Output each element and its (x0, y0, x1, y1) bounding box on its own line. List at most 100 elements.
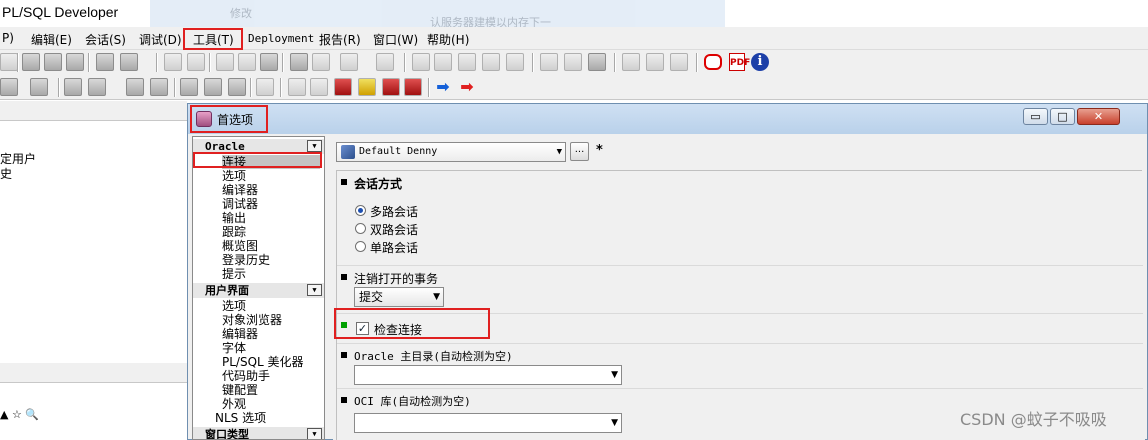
tool-d-icon[interactable] (358, 78, 376, 96)
tree-item-overview[interactable]: 概览图 (222, 239, 258, 253)
save-all-icon[interactable] (44, 53, 62, 71)
menu-item-reports[interactable]: 报告(R) (319, 31, 361, 48)
logoff-transaction-select[interactable]: 提交 ▼ (354, 287, 444, 307)
tool-a-icon[interactable] (288, 78, 306, 96)
collapse-icon[interactable]: ▼ (307, 284, 322, 296)
uncomment-icon[interactable] (434, 53, 452, 71)
menu-item-help[interactable]: 帮助(H) (427, 31, 469, 48)
tool-c-icon[interactable] (334, 78, 352, 96)
dialog-titlebar[interactable]: 首选项 ▭ □ ✕ (188, 104, 1147, 134)
query-builder-icon[interactable] (564, 53, 582, 71)
check-connection-checkbox[interactable]: ✓ (356, 322, 369, 335)
collapse-icon[interactable]: ▼ (307, 428, 322, 439)
oracle-logo-icon[interactable] (704, 54, 722, 70)
oci-library-select[interactable]: ▼ (354, 413, 622, 433)
oracle-home-select[interactable]: ▼ (354, 365, 622, 385)
sql-icon[interactable] (88, 78, 106, 96)
preset-dropdown[interactable]: Default Denny ▼ (336, 142, 566, 162)
preset-more-button[interactable]: ... (570, 142, 589, 161)
minimize-button[interactable]: ▭ (1023, 108, 1048, 125)
close-button[interactable]: ✕ (1077, 108, 1120, 125)
info-icon[interactable]: i (751, 53, 769, 71)
tree-section-user-interface[interactable]: 用户界面 ▼ (193, 283, 324, 298)
tree-item-trace[interactable]: 跟踪 (222, 225, 246, 239)
copy-icon[interactable] (238, 53, 256, 71)
cut-icon[interactable] (216, 53, 234, 71)
radio-button[interactable] (355, 241, 366, 252)
tree-item-editor[interactable]: 编辑器 (222, 327, 258, 341)
panel-bottom-icons[interactable]: ▲ ☆ 🔍 (0, 408, 39, 421)
database-icon[interactable] (64, 78, 82, 96)
tree-item-fonts[interactable]: 字体 (222, 341, 246, 355)
tree-section-oracle[interactable]: Oracle ▼ (193, 139, 324, 154)
window-list-icon[interactable] (622, 53, 640, 71)
collapse-icon[interactable]: ▼ (307, 140, 322, 152)
menu-item-deployment[interactable]: Deployment (248, 32, 314, 45)
tool-e-icon[interactable] (382, 78, 400, 96)
tools-icon[interactable] (204, 78, 222, 96)
undo-icon[interactable] (164, 53, 182, 71)
redo-icon[interactable] (187, 53, 205, 71)
settings-pane: Default Denny ▼ ... * 会话方式 多路会话 双路会话 单路会… (333, 136, 1145, 440)
session-commit-icon[interactable] (30, 78, 48, 96)
tree-item-output[interactable]: 输出 (222, 211, 246, 225)
tree-item-appearance[interactable]: 外观 (222, 397, 246, 411)
uppercase-icon[interactable] (458, 53, 476, 71)
tree-item-logon-history[interactable]: 登录历史 (222, 253, 270, 267)
report-icon[interactable] (588, 53, 606, 71)
save-icon[interactable] (22, 53, 40, 71)
tree-section-label: 用户界面 (205, 284, 249, 297)
tree-item-compiler[interactable]: 编译器 (222, 183, 258, 197)
break-icon[interactable] (150, 78, 168, 96)
tree-item-code-assistant[interactable]: 代码助手 (222, 369, 270, 383)
execute-icon[interactable] (126, 78, 144, 96)
replace-icon[interactable] (312, 53, 330, 71)
session-icon[interactable] (0, 78, 18, 96)
menu-item-file[interactable]: P) (2, 31, 14, 45)
find-icon[interactable] (290, 53, 308, 71)
tree-item-nls-options[interactable]: NLS 选项 (215, 411, 266, 425)
cascade-windows-icon[interactable] (670, 53, 688, 71)
unindent-icon[interactable] (376, 53, 394, 71)
paste-icon[interactable] (260, 53, 278, 71)
copy-window-icon[interactable] (66, 53, 84, 71)
tree-item-connection[interactable]: 连接 (222, 155, 320, 169)
arrow-right-blue-icon[interactable]: ➡ (434, 79, 452, 95)
tree-item-object-browser[interactable]: 对象浏览器 (222, 313, 282, 327)
radio-button[interactable] (355, 223, 366, 234)
tree-item-plsql-beautifier[interactable]: PL/SQL 美化器 (222, 355, 304, 369)
print-icon[interactable] (96, 53, 114, 71)
arrow-right-red-icon[interactable]: ➡ (458, 79, 476, 95)
menu-item-debug[interactable]: 调试(D) (139, 31, 182, 48)
tile-windows-icon[interactable] (646, 53, 664, 71)
tree-item-key-config[interactable]: 键配置 (222, 383, 258, 397)
tree-item-ui-options[interactable]: 选项 (222, 299, 246, 313)
tree-item-options[interactable]: 选项 (222, 169, 246, 183)
indent-icon[interactable] (340, 53, 358, 71)
tree-item-hints[interactable]: 提示 (222, 267, 246, 281)
menu-item-tools[interactable]: 工具(T) (193, 31, 234, 48)
wrench-icon[interactable] (256, 78, 274, 96)
maximize-button[interactable]: □ (1050, 108, 1075, 125)
format-icon[interactable] (506, 53, 524, 71)
toolbar-separator (174, 78, 175, 97)
tree-item-debugger[interactable]: 调试器 (222, 197, 258, 211)
menu-item-window[interactable]: 窗口(W) (373, 31, 418, 48)
lowercase-icon[interactable] (482, 53, 500, 71)
menu-item-session[interactable]: 会话(S) (85, 31, 126, 48)
pdf-help-icon[interactable]: PDF (729, 53, 750, 71)
build-icon[interactable] (228, 78, 246, 96)
explain-plan-icon[interactable] (540, 53, 558, 71)
tool-b-icon[interactable] (310, 78, 328, 96)
toolbar-button[interactable] (0, 53, 18, 71)
tree-item[interactable]: 史 (0, 165, 12, 182)
check-connection-group: ✓ 检查连接 (337, 313, 1143, 343)
fetch-icon[interactable] (180, 78, 198, 96)
tree-section-window-types[interactable]: 窗口类型 ▼ (193, 427, 324, 439)
menu-item-edit[interactable]: 编辑(E) (31, 31, 72, 48)
comment-icon[interactable] (412, 53, 430, 71)
tool-f-icon[interactable] (404, 78, 422, 96)
radio-button[interactable] (355, 205, 366, 216)
print-setup-icon[interactable] (120, 53, 138, 71)
toolbar-separator (280, 78, 281, 97)
